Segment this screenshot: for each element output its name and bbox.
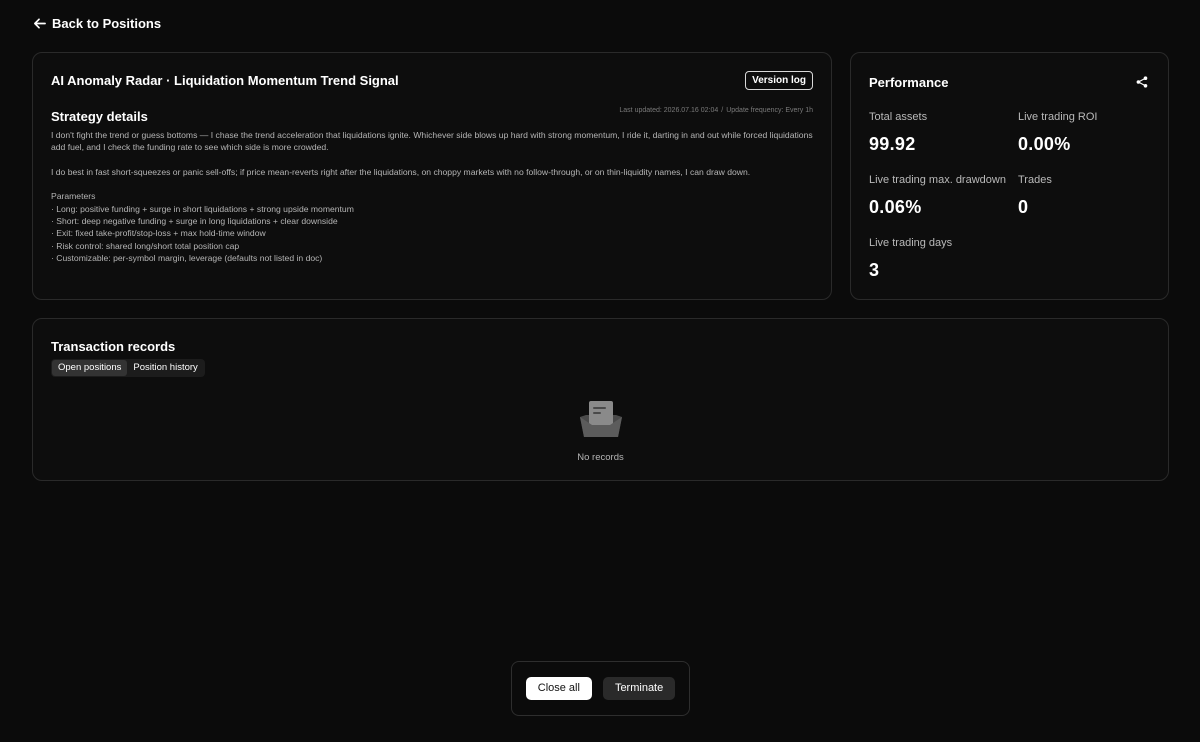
metric-label: Live trading max. drawdown [869,174,1006,186]
strategy-card: AI Anomaly Radar · Liquidation Momentum … [32,52,832,300]
metric-total-assets: Total assets 99.92 [869,111,927,155]
strategy-title: AI Anomaly Radar · Liquidation Momentum … [51,73,399,88]
strategy-detail-page: Back to Positions AI Anomaly Radar · Liq… [0,0,1200,742]
back-to-positions-link[interactable]: Back to Positions [33,16,161,31]
terminate-button[interactable]: Terminate [602,677,676,700]
parameters-list: Parameters · Long: positive funding + su… [51,190,813,264]
meta-separator: / [721,107,724,114]
performance-card: Performance Total assets 99.92 Live trad… [850,52,1169,300]
parameter-item: · Exit: fixed take-profit/stop-loss + ma… [51,228,266,239]
empty-state: No records [33,399,1168,463]
metric-live-trading-days: Live trading days 3 [869,237,952,281]
metric-label: Live trading ROI [1018,111,1098,123]
performance-title: Performance [869,75,949,90]
parameters-heading: Parameters [51,191,96,202]
share-icon[interactable] [1136,76,1148,88]
tab-open-positions[interactable]: Open positions [52,360,128,376]
metric-trades: Trades 0 [1018,174,1052,218]
back-label: Back to Positions [52,16,162,31]
empty-text: No records [577,452,624,463]
parameter-item: · Long: positive funding + surge in shor… [51,203,354,214]
strategy-meta: Last updated: 2026.07.16 02:04 / Update … [619,107,813,114]
metric-max-drawdown: Live trading max. drawdown 0.06% [869,174,1006,218]
transaction-records-title: Transaction records [51,339,176,354]
strategy-description: I don't fight the trend or guess bottoms… [51,129,813,265]
metric-label: Live trading days [869,237,953,249]
strategy-paragraph: I don't fight the trend or guess bottoms… [51,130,813,153]
metric-value: 0.06% [869,197,922,217]
empty-box-icon [579,401,622,437]
close-all-button[interactable]: Close all [525,677,592,700]
tab-position-history[interactable]: Position history [127,360,203,376]
version-log-button[interactable]: Version log [745,71,813,90]
metric-label: Trades [1018,174,1052,186]
metric-value: 3 [869,260,880,280]
parameter-item: · Customizable: per-symbol margin, lever… [51,253,323,264]
parameter-item: · Risk control: shared long/short total … [51,240,240,251]
arrow-left-icon [34,18,46,29]
transaction-tabs: Open positions Position history [51,359,205,377]
strategy-paragraph: I do best in fast short-squeezes or pani… [51,166,751,177]
metric-label: Total assets [869,111,928,123]
metric-live-trading-roi: Live trading ROI 0.00% [1018,111,1097,155]
parameter-item: · Short: deep negative funding + surge i… [51,216,338,227]
update-frequency: Update frequency: Every 1h [726,107,813,114]
metric-value: 99.92 [869,134,916,154]
strategy-details-heading: Strategy details [51,109,148,124]
metric-value: 0.00% [1018,134,1071,154]
last-updated: Last updated: 2026.07.16 02:04 [619,107,719,114]
metric-value: 0 [1018,197,1029,217]
action-bar: Close all Terminate [511,661,690,716]
transaction-records-card: Transaction records Open positions Posit… [32,318,1169,481]
